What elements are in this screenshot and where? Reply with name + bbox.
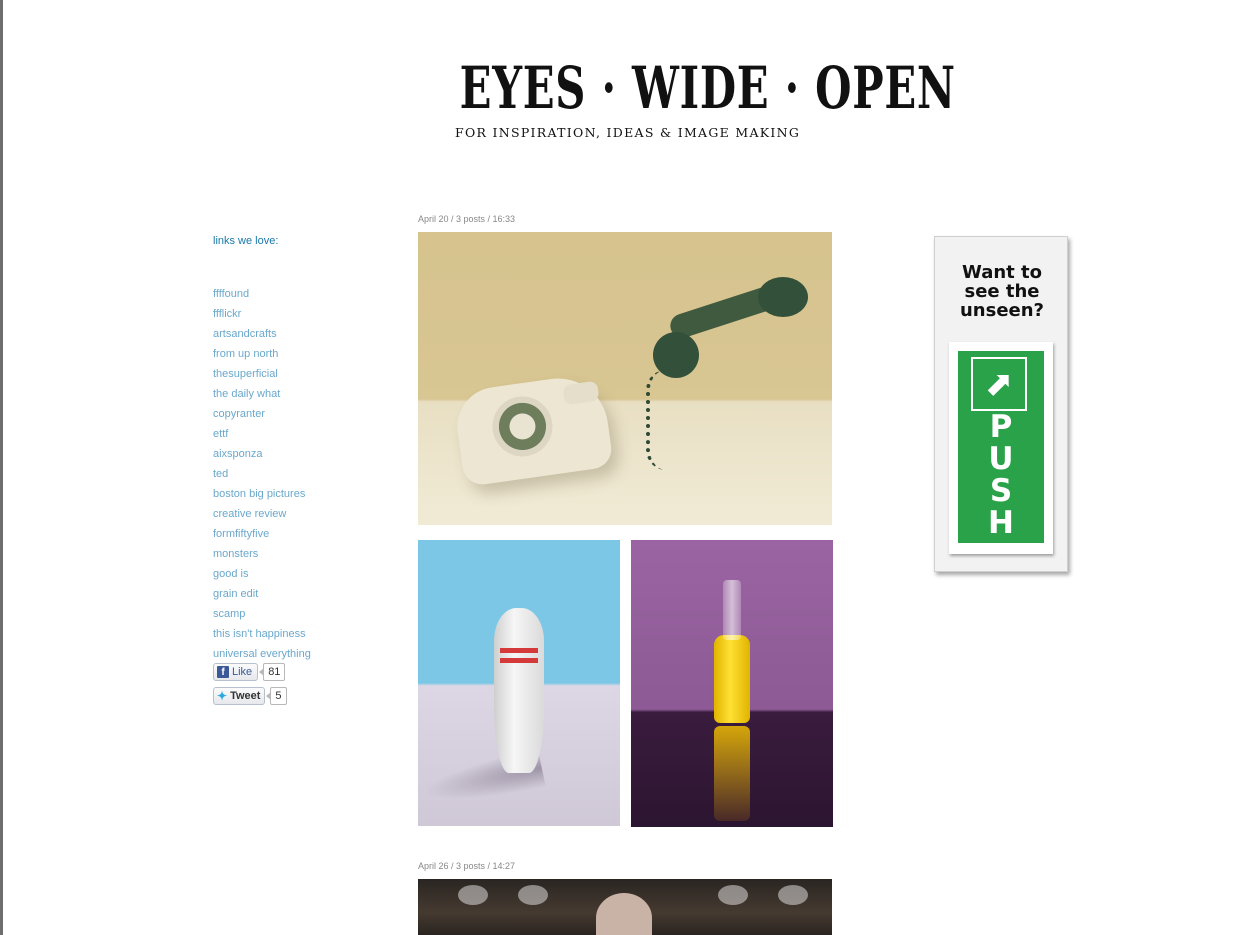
ad-line: see the (964, 281, 1040, 302)
telephone-cradle (562, 380, 600, 406)
list-item: scamp (213, 604, 373, 624)
sidebar-link[interactable]: artsandcrafts (213, 328, 277, 340)
sidebar-link[interactable]: universal everything (213, 648, 311, 660)
push-sign-panel: ⬈ P U S H (958, 351, 1044, 543)
site-tagline: FOR INSPIRATION, IDEAS & IMAGE MAKING (455, 125, 801, 140)
bottle-body (714, 635, 750, 723)
push-letter: U (988, 441, 1014, 477)
sidebar-link[interactable]: grain edit (213, 588, 258, 600)
sidebar-link[interactable]: formfiftyfive (213, 528, 269, 540)
post-image-portrait[interactable] (418, 879, 832, 935)
sidebar-link[interactable]: copyranter (213, 408, 265, 420)
chandelier-light (718, 885, 748, 905)
like-count: 81 (259, 663, 286, 681)
sidebar-link[interactable]: from up north (213, 348, 278, 360)
sidebar-link[interactable]: scamp (213, 608, 245, 620)
sidebar-link[interactable]: the daily what (213, 388, 280, 400)
links-heading: links we love: (213, 235, 279, 247)
tweet-row: ✦ Tweet 5 (213, 686, 287, 706)
sidebar-link[interactable]: ettf (213, 428, 228, 440)
sidebar-link[interactable]: ted (213, 468, 228, 480)
list-item: ffflickr (213, 304, 373, 324)
tweet-button[interactable]: ✦ Tweet (213, 687, 266, 705)
list-item: this isn't happiness (213, 624, 373, 644)
list-item: thesuperficial (213, 364, 373, 384)
chandelier-light (458, 885, 488, 905)
like-label: Like (232, 666, 253, 678)
site-masthead[interactable]: EYES · WIDE · OPEN FOR INSPIRATION, IDEA… (455, 58, 955, 140)
list-item: ffffound (213, 284, 373, 304)
sidebar-link[interactable]: this isn't happiness (213, 628, 306, 640)
telephone-base (452, 372, 614, 487)
post-image-bowling-pin[interactable] (418, 540, 620, 826)
page-left-border (0, 0, 3, 935)
telephone-cord (646, 370, 690, 470)
list-item: good is (213, 564, 373, 584)
sidebar-link[interactable]: ffflickr (213, 308, 241, 320)
push-letters: P U S H (958, 411, 1044, 539)
tweet-label: Tweet (230, 690, 261, 702)
list-item: formfiftyfive (213, 524, 373, 544)
list-item: ettf (213, 424, 373, 444)
tweet-count: 5 (266, 687, 287, 705)
list-item: the daily what (213, 384, 373, 404)
list-item: from up north (213, 344, 373, 364)
sidebar-link[interactable]: thesuperficial (213, 368, 278, 380)
links-list: ffffound ffflickr artsandcrafts from up … (213, 284, 373, 664)
facebook-like-button[interactable]: f Like (213, 663, 259, 681)
push-advertisement[interactable]: Want to see the unseen? ⬈ P U S H (934, 236, 1068, 572)
ad-line: Want to (961, 262, 1042, 283)
post-meta[interactable]: April 20 / 3 posts / 16:33 (418, 214, 515, 224)
chandelier-light (518, 885, 548, 905)
push-letter: P (989, 409, 1013, 445)
push-sign: ⬈ P U S H (949, 342, 1053, 554)
chandelier-light (778, 885, 808, 905)
ad-headline: Want to see the unseen? (935, 263, 1069, 320)
ad-line: unseen? (959, 300, 1044, 321)
sidebar-link[interactable]: aixsponza (213, 448, 263, 460)
arrow-icon: ⬈ (971, 357, 1027, 411)
post-image-telephone[interactable] (418, 232, 832, 525)
post-meta[interactable]: April 26 / 3 posts / 14:27 (418, 861, 515, 871)
rotary-dial (488, 392, 557, 461)
list-item: universal everything (213, 644, 373, 664)
bottle-reflection (714, 726, 750, 821)
links-sidebar: links we love: ffffound ffflickr artsand… (213, 235, 373, 664)
list-item: aixsponza (213, 444, 373, 464)
push-letter: H (988, 505, 1014, 541)
push-letter: S (989, 473, 1013, 509)
site-title[interactable]: EYES · WIDE · OPEN (460, 58, 955, 118)
facebook-icon: f (217, 666, 229, 678)
list-item: monsters (213, 544, 373, 564)
twitter-icon: ✦ (217, 689, 228, 703)
sidebar-link[interactable]: boston big pictures (213, 488, 305, 500)
social-buttons: f Like 81 ✦ Tweet 5 (213, 662, 287, 710)
pin-stripe (500, 648, 538, 653)
list-item: artsandcrafts (213, 324, 373, 344)
list-item: creative review (213, 504, 373, 524)
facebook-like-row: f Like 81 (213, 662, 287, 682)
sidebar-link[interactable]: good is (213, 568, 248, 580)
pin-stripe (500, 658, 538, 663)
sidebar-link[interactable]: monsters (213, 548, 258, 560)
list-item: boston big pictures (213, 484, 373, 504)
list-item: ted (213, 464, 373, 484)
portrait-face (596, 893, 652, 935)
telephone-handset (648, 277, 808, 378)
post-image-bottle[interactable] (631, 540, 833, 827)
bowling-pin (494, 608, 544, 773)
list-item: copyranter (213, 404, 373, 424)
handset-earpiece (758, 277, 808, 317)
sidebar-link[interactable]: creative review (213, 508, 286, 520)
bottle-neck (723, 580, 741, 640)
list-item: grain edit (213, 584, 373, 604)
sidebar-link[interactable]: ffffound (213, 288, 249, 300)
